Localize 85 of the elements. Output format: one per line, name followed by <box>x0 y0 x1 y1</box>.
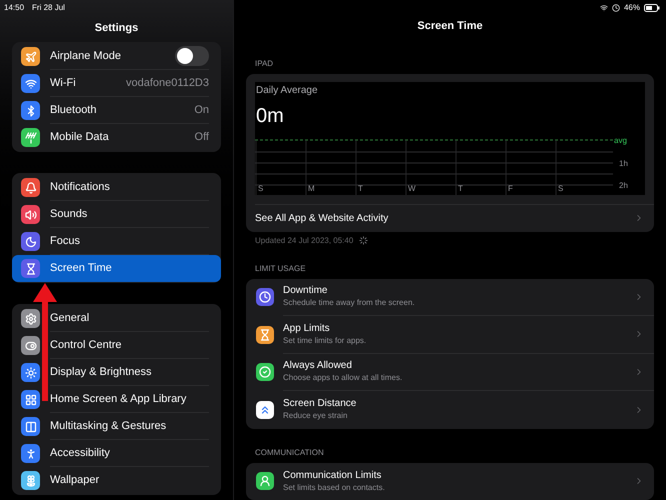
toggle-switch[interactable] <box>175 46 209 66</box>
setting-value: Off <box>194 130 209 146</box>
item-label: Wallpaper <box>50 473 100 488</box>
sidebar-item[interactable]: Mobile Data Off <box>12 124 221 151</box>
sidebar-item[interactable]: Screen Time <box>12 255 221 282</box>
axis-label: M <box>308 182 315 194</box>
clock-icon <box>612 4 620 12</box>
item-label: Home Screen & App Library <box>50 392 188 407</box>
sidebar-item[interactable]: Wi-Fi vodafone0112D3 <box>12 70 221 97</box>
person-icon <box>21 444 40 463</box>
axis-label: T <box>358 182 363 194</box>
setting-value: On <box>194 102 209 118</box>
settings-item[interactable]: Always Allowed Choose apps to allow at all times. <box>246 354 654 391</box>
axis-label: S <box>258 182 264 194</box>
item-label: Wi-Fi <box>50 76 77 91</box>
sidebar-item[interactable]: Bluetooth On <box>12 97 221 124</box>
battery-icon <box>644 4 660 12</box>
item-label: Display & Brightness <box>50 364 152 380</box>
axis-label: F <box>508 182 513 194</box>
item-label: Sounds <box>50 206 88 222</box>
item-label: Focus <box>50 234 81 249</box>
item-label: Airplane Mode <box>50 48 122 64</box>
plane-icon <box>21 47 40 66</box>
sidebar-item[interactable]: Notifications <box>12 174 221 201</box>
daily-average-value: 0m <box>256 104 284 128</box>
setting-value: vodafone0112D3 <box>126 76 209 91</box>
gear-icon <box>21 309 40 328</box>
sidebar-item[interactable]: Sounds <box>12 201 221 228</box>
item-title: App Limits <box>283 322 331 335</box>
sun-icon <box>21 363 40 382</box>
wifi-icon <box>21 74 40 93</box>
item-label: Accessibility <box>50 446 111 461</box>
bluetooth-icon <box>21 101 40 120</box>
bell-icon <box>21 178 40 197</box>
item-title: Screen Distance <box>283 397 358 410</box>
axis-label: 2h <box>619 180 628 192</box>
moon-icon <box>21 232 40 251</box>
section-header: IPAD <box>254 58 274 70</box>
axis-label: T <box>458 182 463 194</box>
item-subtitle: Set time limits for apps. <box>283 334 368 347</box>
settings-item[interactable]: Communication Limits Set limits based on contacts. <box>246 462 654 500</box>
item-label: Mobile Data <box>50 130 110 146</box>
sidebar-title: Settings <box>94 20 138 36</box>
item-title: Communication Limits <box>283 468 382 482</box>
item-title: Always Allowed <box>283 359 353 372</box>
battery-percent: 46% <box>624 2 640 14</box>
item-subtitle: Reduce eye strain <box>283 410 348 422</box>
section-header: COMMUNICATION <box>254 446 325 458</box>
speaker-icon <box>21 205 40 224</box>
axis-label: 1h <box>619 158 628 170</box>
item-label: Control Centre <box>50 338 123 353</box>
item-title: Downtime <box>283 284 328 298</box>
item-label: Bluetooth <box>50 102 98 118</box>
activity-link[interactable]: See All App & Website Activity <box>255 204 654 232</box>
sidebar-item[interactable]: Accessibility <box>12 440 221 467</box>
spinner-icon <box>359 236 368 245</box>
page-title: Screen Time <box>417 18 483 34</box>
axis-label: S <box>558 182 564 194</box>
axis-label: W <box>408 182 416 194</box>
item-subtitle: Set limits based on contacts. <box>283 482 386 494</box>
toggle-icon <box>21 336 40 355</box>
wifi-icon <box>600 4 608 12</box>
grid-icon <box>21 390 40 409</box>
settings-item[interactable]: Screen Distance Reduce eye strain <box>246 391 654 428</box>
updated-text: Updated 24 Jul 2023, 05:40 <box>255 234 354 246</box>
sidebar-item[interactable]: Wallpaper <box>12 467 221 494</box>
status-time: 14:50 <box>4 2 24 14</box>
item-subtitle: Choose apps to allow at all times. <box>283 372 404 384</box>
sidebar-item[interactable]: Multitasking & Gestures <box>12 413 221 440</box>
settings-item[interactable]: App Limits Set time limits for apps. <box>246 316 654 354</box>
average-label: avg <box>614 134 627 146</box>
item-label: Notifications <box>50 180 111 195</box>
flower-icon <box>21 471 40 490</box>
item-subtitle: Schedule time away from the screen. <box>283 297 416 310</box>
item-label: General <box>50 310 90 326</box>
item-label: Multitasking & Gestures <box>50 418 168 434</box>
sidebar-item[interactable]: Airplane Mode <box>12 43 221 70</box>
chart-title: Daily Average <box>256 84 318 98</box>
section-header: LIMIT USAGE <box>254 262 307 274</box>
status-date: Fri 28 Jul <box>32 2 65 14</box>
item-label: Screen Time <box>50 261 113 276</box>
antenna-icon <box>21 128 40 147</box>
columns-icon <box>21 417 40 436</box>
settings-item[interactable]: Downtime Schedule time away from the screen. <box>246 278 654 316</box>
hourglass-icon <box>21 259 40 278</box>
